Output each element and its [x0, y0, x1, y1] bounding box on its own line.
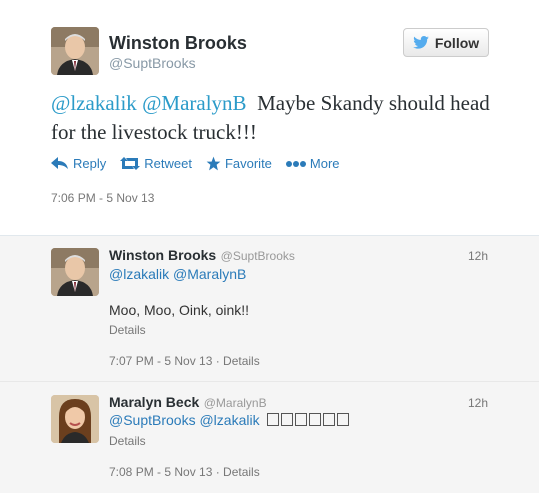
follow-label: Follow: [434, 34, 480, 51]
reply-author-handle[interactable]: @SuptBrooks: [221, 249, 295, 263]
favorite-label: Favorite: [224, 156, 272, 171]
reply-mentions[interactable]: @SuptBrooks @lzakalik: [109, 412, 260, 428]
follow-button[interactable]: Follow: [403, 28, 489, 57]
tweet-text: @lzakalik @MaralynB Maybe Skandy should …: [51, 89, 491, 147]
reply-header: Winston Brooks @SuptBrooks: [109, 247, 295, 265]
reply-author-name[interactable]: Winston Brooks: [109, 247, 216, 263]
author-handle[interactable]: @SuptBrooks: [109, 55, 196, 71]
unrenderable-glyphs: [267, 412, 351, 429]
more-dots-icon: [285, 160, 306, 167]
reply-details-link[interactable]: Details: [109, 434, 146, 448]
tweet-timestamp[interactable]: 7:06 PM - 5 Nov 13: [51, 191, 154, 205]
reply-mentions[interactable]: @lzakalik @MaralynB: [109, 266, 246, 282]
mention-maralynb[interactable]: @MaralynB: [142, 91, 247, 115]
reply-avatar[interactable]: [51, 395, 99, 443]
author-name[interactable]: Winston Brooks: [109, 33, 247, 54]
reply-icon: [51, 157, 68, 169]
reply-label: Reply: [73, 156, 107, 171]
tweet-actions: Reply Retweet Favorite More: [51, 156, 354, 171]
reply-timestamp[interactable]: 7:08 PM - 5 Nov 13 · Details: [109, 465, 260, 479]
reply-author-handle[interactable]: @MaralynB: [204, 396, 267, 410]
reply-author-name[interactable]: Maralyn Beck: [109, 394, 199, 410]
reply-divider: [0, 381, 539, 382]
reply-age[interactable]: 12h: [468, 249, 488, 263]
author-avatar[interactable]: [51, 27, 99, 75]
retweet-button[interactable]: Retweet: [120, 156, 192, 171]
retweet-icon: [120, 157, 141, 170]
reply-avatar[interactable]: [51, 248, 99, 296]
reply-text-line: @SuptBrooks @lzakalik: [109, 412, 351, 430]
more-label: More: [309, 156, 340, 171]
reply-button[interactable]: Reply: [51, 156, 106, 171]
reply-text: Moo, Moo, Oink, oink!!: [109, 302, 250, 318]
reply-header: Maralyn Beck @MaralynB: [109, 394, 267, 412]
retweet-label: Retweet: [144, 156, 192, 171]
reply-age[interactable]: 12h: [468, 396, 488, 410]
reply-details-link[interactable]: Details: [109, 323, 146, 337]
reply-timestamp[interactable]: 7:07 PM - 5 Nov 13 · Details: [109, 354, 260, 368]
star-icon: [206, 156, 221, 171]
favorite-button[interactable]: Favorite: [206, 156, 272, 171]
twitter-bird-icon: [413, 36, 429, 49]
more-button[interactable]: More: [285, 156, 340, 171]
mention-lzakalik[interactable]: @lzakalik: [51, 91, 137, 115]
